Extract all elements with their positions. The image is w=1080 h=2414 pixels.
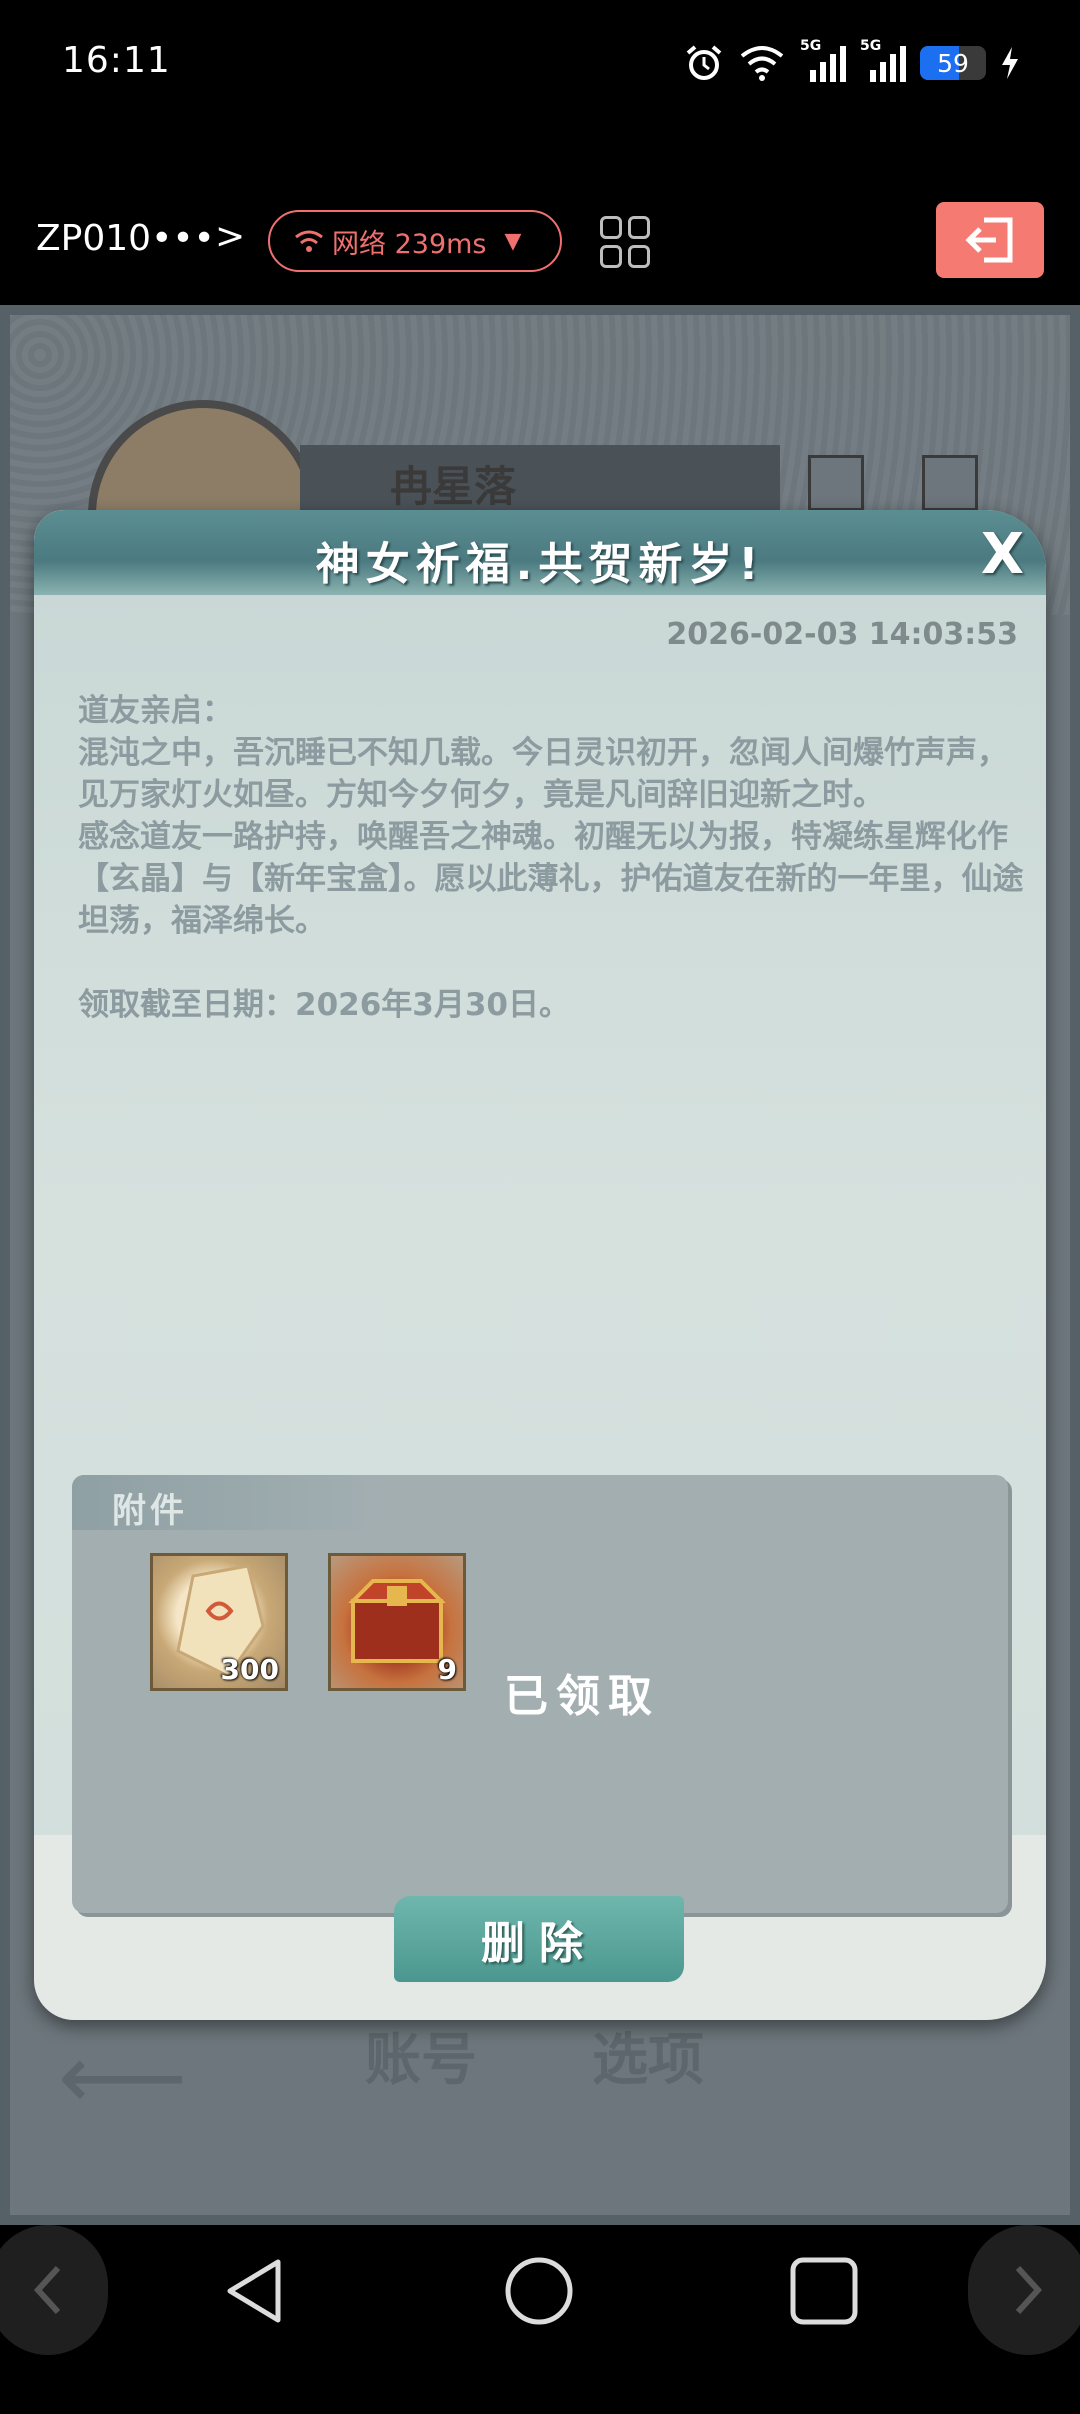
attachments-tab: 附件 [72,1475,382,1531]
home-button[interactable] [503,2255,575,2327]
player-name: 冉星落 [390,462,517,511]
mail-dialog: 神女祈福.共贺新岁! X 2026-02-03 14:03:53 道友亲启： 混… [34,510,1046,2020]
nav-prev-button[interactable] [0,2225,108,2355]
signal-tag: 5G [860,38,882,54]
tab-account: 账号 [365,2028,477,2093]
delete-button[interactable]: 删除 [394,1896,684,1982]
charging-icon [1002,47,1018,79]
device-name[interactable]: ZP010••• [36,218,215,259]
dialog-body: 2026-02-03 14:03:53 道友亲启： 混沌之中，吾沉睡已不知几载。… [34,595,1046,1913]
battery-icon: 59 [920,46,986,80]
network-latency-button[interactable]: 网络 239ms ▼ [268,210,562,272]
signal-icon-sim1: 5G [800,38,846,82]
attachments-label: 附件 [112,1491,188,1531]
status-time: 16:11 [62,40,171,81]
item-slot-crystal[interactable]: 300 [150,1553,288,1691]
nav-next-button[interactable] [968,2225,1080,2355]
recents-square-icon [790,2257,858,2325]
grid-menu-icon[interactable] [600,216,652,268]
close-button[interactable]: X [981,522,1024,587]
wifi-icon [740,46,784,81]
back-button[interactable] [218,2255,290,2327]
attachments-panel: 附件 300 9 已领取 [72,1475,1008,1913]
exit-icon [965,217,1013,263]
recents-button[interactable] [788,2255,860,2327]
dropdown-arrow-icon: ▼ [504,228,522,254]
dialog-title: 神女祈福.共贺新岁! [315,539,765,590]
chevron-left-icon [33,2265,61,2315]
screen: 16:11 5G 5G 59 ZP010••• > 网络 239ms ▼ 冉星落… [0,0,1080,2414]
mail-date: 2026-02-03 14:03:53 [666,617,1018,652]
home-circle-icon [505,2257,573,2325]
battery-level: 59 [937,49,969,78]
item-slot-newyear-box[interactable]: 9 [328,1553,466,1691]
app-bar: ZP010••• > 网络 239ms ▼ [0,130,1080,305]
name-bar [300,445,780,515]
wifi-icon [295,230,323,252]
tab-options: 选项 [592,2028,704,2093]
signal-icon-sim2: 5G [860,38,906,82]
claimed-status: 已领取 [504,1671,660,1722]
signal-tag: 5G [800,38,822,54]
chevron-right-icon[interactable]: > [215,216,245,257]
mail-content: 道友亲启： 混沌之中，吾沉睡已不知几载。今日灵识初开，忽闻人间爆竹声声，见万家灯… [78,693,1024,1023]
back-arrow-icon: ⟵ [58,2025,188,2130]
item-count: 300 [220,1653,279,1686]
status-bar: 16:11 5G 5G 59 [0,0,1080,130]
alarm-icon [686,45,722,80]
back-triangle-icon [227,2259,281,2323]
dialog-header: 神女祈福.共贺新岁! X [34,510,1046,595]
gender-button [922,455,978,511]
status-icons: 5G 5G 59 [684,38,1020,86]
exit-button[interactable] [936,202,1044,278]
navigation-bar [0,2225,1080,2414]
item-count: 9 [437,1653,457,1686]
brush-button [808,455,864,511]
network-latency-label: 网络 239ms [332,228,487,260]
chevron-right-icon [1015,2265,1043,2315]
